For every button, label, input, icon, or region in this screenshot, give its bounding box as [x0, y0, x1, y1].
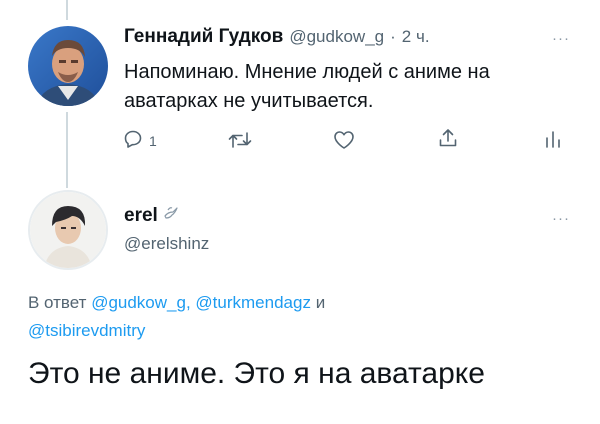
author-name[interactable]: erel — [124, 205, 158, 227]
author-handle[interactable]: @erelshinz — [124, 234, 209, 254]
more-options-button[interactable]: ··· — [552, 30, 570, 47]
mention-tsibirevdmitry[interactable]: @tsibirevdmitry — [28, 321, 145, 340]
dove-icon — [162, 204, 180, 227]
reply-icon — [123, 129, 143, 152]
mention-gudkow[interactable]: @gudkow_g, — [91, 293, 191, 312]
avatar-gudkov[interactable] — [28, 26, 108, 106]
tweet1-header: Геннадий Гудков @gudkow_g · 2 ч. — [124, 26, 430, 48]
separator-dot: · — [390, 27, 396, 46]
author-name[interactable]: Геннадий Гудков — [124, 26, 283, 48]
reply-and: и — [315, 293, 326, 312]
mention-turkmendagz[interactable]: @turkmendagz — [195, 293, 311, 312]
thread-line-top — [66, 0, 68, 20]
tweet2-header: erel — [124, 204, 180, 227]
avatar-erel[interactable] — [28, 190, 108, 270]
retweet-icon[interactable] — [228, 131, 252, 154]
reply-action[interactable]: 1 — [123, 129, 157, 152]
reply-prefix: В ответ — [28, 293, 87, 312]
analytics-icon[interactable] — [545, 129, 561, 154]
more-options-button[interactable]: ··· — [552, 210, 570, 227]
reply-count: 1 — [149, 132, 157, 149]
timestamp[interactable]: 2 ч. — [402, 27, 430, 47]
share-icon[interactable] — [437, 127, 459, 154]
author-handle[interactable]: @gudkow_g — [289, 27, 384, 47]
heart-icon[interactable] — [333, 130, 355, 155]
tweet2-text: Это не аниме. Это я на аватарке — [28, 357, 485, 390]
tweet1-text: Напоминаю. Мнение людей с аниме на авата… — [124, 61, 490, 112]
thread-line-connector — [66, 112, 68, 188]
reply-context: В ответ @gudkow_g, @turkmendagz и @tsibi… — [28, 289, 568, 345]
